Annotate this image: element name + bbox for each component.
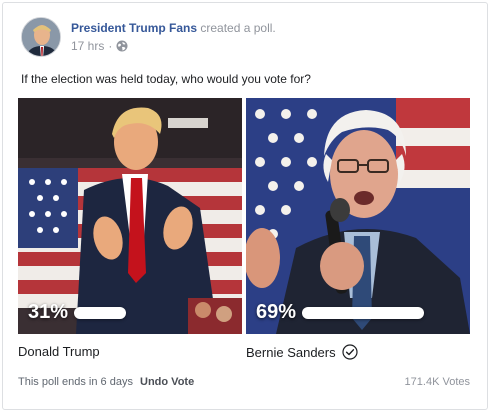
post-action-text: created a poll. xyxy=(200,21,276,35)
poll-result-trump: 31% xyxy=(28,301,127,324)
option-name: Donald Trump xyxy=(18,344,100,359)
post-header: President Trump Fans created a poll. 17 … xyxy=(21,17,471,61)
percent-label: 31% xyxy=(28,301,69,323)
option-label-trump[interactable]: Donald Trump xyxy=(18,344,100,359)
author-name-link[interactable]: President Trump Fans xyxy=(71,21,197,35)
poll-result-sanders: 69% xyxy=(256,301,425,324)
post-timestamp[interactable]: 17 hrs xyxy=(71,39,104,53)
candidate-photo-trump xyxy=(18,98,242,334)
poll-question: If the election was held today, who woul… xyxy=(21,72,311,86)
percent-label: 69% xyxy=(256,301,297,323)
percent-bar xyxy=(302,306,425,319)
option-name: Bernie Sanders xyxy=(246,344,336,360)
vote-count[interactable]: 171.4K Votes xyxy=(405,376,470,388)
poll-ends-text: This poll ends in 6 days xyxy=(18,376,133,388)
poll-option-trump[interactable]: 31% xyxy=(18,98,242,334)
option-label-sanders[interactable]: Bernie Sanders xyxy=(246,344,358,360)
globe-icon[interactable] xyxy=(116,40,128,52)
author-line: President Trump Fans created a poll. xyxy=(71,21,276,35)
candidate-photo-sanders xyxy=(246,98,470,334)
author-avatar[interactable] xyxy=(21,17,61,57)
undo-vote-link[interactable]: Undo Vote xyxy=(140,376,194,388)
post-meta: 17 hrs · xyxy=(71,39,128,53)
poll-ends-info: This poll ends in 6 days Undo Vote xyxy=(18,376,194,388)
poll-option-sanders[interactable]: 69% xyxy=(246,98,470,334)
checkmark-circle-icon xyxy=(342,344,358,360)
percent-bar xyxy=(74,306,127,319)
meta-separator: · xyxy=(108,39,113,53)
